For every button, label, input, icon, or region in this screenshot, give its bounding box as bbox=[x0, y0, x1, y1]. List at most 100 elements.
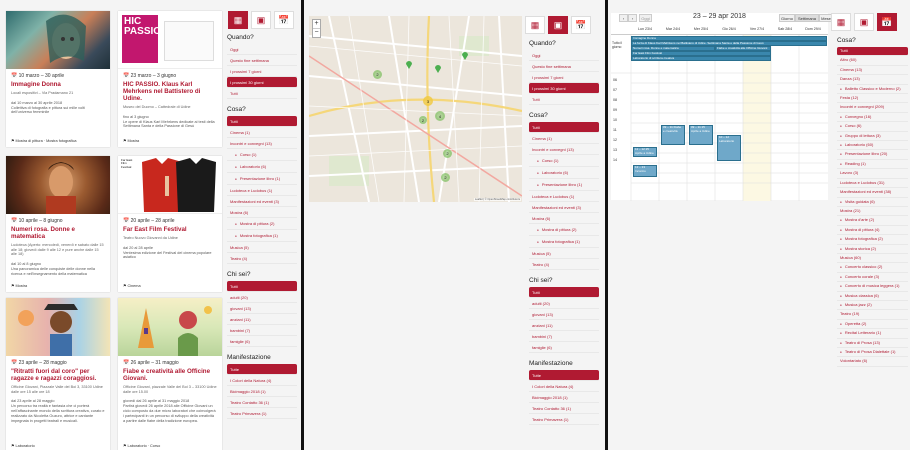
filter-option[interactable]: Lavoro (3) bbox=[837, 169, 908, 179]
timed-event[interactable]: 09 – 11 25 Aprile a Udine bbox=[689, 125, 713, 145]
timed-event[interactable]: 11 – 12 25 Aprile a Udine bbox=[633, 147, 657, 157]
zoom-out-button[interactable]: − bbox=[313, 28, 320, 37]
filter-suboption[interactable]: Mostra d'arte (2) bbox=[837, 216, 908, 226]
calendar-view-button[interactable]: 📅 bbox=[274, 11, 294, 29]
grid-view-button[interactable]: ▦ bbox=[831, 13, 851, 31]
filter-suboption[interactable]: Mostra fotografica (1) bbox=[227, 230, 297, 242]
filter-option[interactable]: Questo fine settimana bbox=[529, 61, 599, 72]
filter-option[interactable]: famiglie (6) bbox=[227, 336, 297, 347]
filter-option[interactable]: Teatro Contatto 36 (1) bbox=[227, 397, 297, 408]
grid-view-button[interactable]: ▦ bbox=[228, 11, 248, 29]
map-view-button[interactable]: ▣ bbox=[854, 13, 874, 31]
filter-option[interactable]: Danza (13) bbox=[837, 75, 908, 85]
filter-suboption[interactable]: Laboratorio (6) bbox=[529, 167, 599, 179]
filter-option[interactable]: Cinema (1) bbox=[529, 133, 599, 144]
filter-suboption[interactable]: Concerto corale (3) bbox=[837, 273, 908, 283]
map-cluster[interactable]: 3 bbox=[423, 96, 433, 106]
filter-option[interactable]: Ludoteca e Ludobus (31) bbox=[837, 179, 908, 189]
filter-suboption[interactable]: Mostra di pittura (2) bbox=[227, 218, 297, 230]
event-card[interactable]: 📅 10 marzo – 30 aprile Immagine Donna Lo… bbox=[6, 11, 110, 147]
filter-option[interactable]: Tutti bbox=[227, 88, 297, 99]
calendar-view-button[interactable]: 📅 bbox=[877, 13, 897, 31]
filter-option-selected[interactable]: I prossimi 30 giorni bbox=[529, 83, 599, 94]
filter-option[interactable]: famiglie (6) bbox=[529, 342, 599, 353]
grid-view-button[interactable]: ▦ bbox=[525, 16, 545, 34]
filter-option[interactable]: Musica (60) bbox=[837, 254, 908, 264]
filter-option[interactable]: Cinema (1) bbox=[227, 127, 297, 138]
filter-option[interactable]: Teatro (4) bbox=[529, 259, 599, 270]
filter-option[interactable]: Volontariato (6) bbox=[837, 357, 908, 367]
filter-option-selected[interactable]: Tutte bbox=[227, 364, 297, 375]
event-title[interactable]: Fiabe e creatività alle Officine Giovani… bbox=[123, 368, 217, 382]
filter-option[interactable]: I prossimi 7 giorni bbox=[529, 72, 599, 83]
filter-option-selected[interactable]: Tutti bbox=[529, 122, 599, 133]
filter-suboption[interactable]: Presentazione libro (1) bbox=[529, 179, 599, 191]
filter-option-selected[interactable]: Tutti bbox=[227, 116, 297, 127]
filter-suboption[interactable]: Teatro di Prosa Dialettale (1) bbox=[837, 348, 908, 358]
map-marker-icon[interactable] bbox=[406, 61, 412, 69]
filter-option-selected[interactable]: Tutti bbox=[227, 281, 297, 292]
filter-suboption[interactable]: Operetta (2) bbox=[837, 320, 908, 330]
filter-suboption[interactable]: Mostra fotografica (1) bbox=[529, 236, 599, 248]
filter-option[interactable]: Teatro Primavera (1) bbox=[529, 414, 599, 425]
filter-option[interactable]: Bicimaggio 2018 (1) bbox=[227, 386, 297, 397]
all-day-event[interactable]: Laboratorio di scrittura creativa bbox=[631, 56, 771, 61]
filter-option[interactable]: Altro (60) bbox=[837, 56, 908, 66]
event-card[interactable]: 📅 26 aprile – 31 maggio Fiabe e creativi… bbox=[118, 298, 222, 450]
filter-option[interactable]: Cinema (13) bbox=[837, 66, 908, 76]
map-cluster[interactable]: 2 bbox=[443, 149, 452, 158]
filter-suboption[interactable]: Laboratorio (6) bbox=[227, 161, 297, 173]
map-attribution[interactable]: Leaflet | © OpenStreetMap contributors bbox=[473, 198, 521, 201]
map-cluster[interactable]: 2 bbox=[441, 173, 450, 182]
filter-suboption[interactable]: Corso (6) bbox=[837, 122, 908, 132]
filter-suboption[interactable]: Corso (1) bbox=[529, 155, 599, 167]
filter-suboption[interactable]: Convegno (16) bbox=[837, 113, 908, 123]
filter-option[interactable]: Mostra (6) bbox=[529, 213, 599, 224]
timed-event[interactable]: 09 – 11 Fiabe e creatività bbox=[661, 125, 685, 145]
map-marker-icon[interactable] bbox=[435, 65, 441, 73]
filter-suboption[interactable]: Concerto classico (2) bbox=[837, 263, 908, 273]
filter-option[interactable]: Teatro (4) bbox=[227, 253, 297, 264]
filter-suboption[interactable]: Musica jazz (2) bbox=[837, 301, 908, 311]
zoom-in-button[interactable]: + bbox=[313, 20, 320, 28]
day-view-button[interactable]: Giorno bbox=[779, 14, 795, 22]
map-view-button[interactable]: ▣ bbox=[251, 11, 271, 29]
filter-option-selected[interactable]: Tutti bbox=[837, 47, 908, 57]
filter-option[interactable]: Oggi bbox=[227, 44, 297, 55]
filter-option[interactable]: Questo fine settimana bbox=[227, 55, 297, 66]
event-title[interactable]: "Ritratti fuori dal coro" per ragazze e … bbox=[11, 368, 105, 382]
event-card[interactable]: 📅 23 aprile – 28 maggio "Ritratti fuori … bbox=[6, 298, 110, 450]
event-card[interactable]: Far East Film Festival 📅 20 aprile – 28 … bbox=[118, 156, 222, 292]
filter-option[interactable]: anziani (11) bbox=[227, 314, 297, 325]
filter-option[interactable]: Ludoteca e Ludobus (1) bbox=[227, 185, 297, 196]
filter-option-selected[interactable]: Tutti bbox=[529, 287, 599, 298]
filter-option[interactable]: Teatro Contatto 36 (1) bbox=[529, 403, 599, 414]
filter-option[interactable]: bambini (7) bbox=[227, 325, 297, 336]
event-card[interactable]: 📅 10 aprile – 8 giugno Numeri rosa. Donn… bbox=[6, 156, 110, 292]
map-marker-icon[interactable] bbox=[462, 52, 468, 60]
filter-option[interactable]: I prossimi 7 giorni bbox=[227, 66, 297, 77]
event-title[interactable]: HIC PASSIO. Klaus Karl Mehrkens nel Batt… bbox=[123, 81, 217, 102]
filter-suboption[interactable]: Reading (1) bbox=[837, 160, 908, 170]
map-cluster[interactable]: 4 bbox=[435, 111, 445, 121]
calendar-view-button[interactable]: 📅 bbox=[571, 16, 591, 34]
filter-option[interactable]: Musica (5) bbox=[227, 242, 297, 253]
filter-option[interactable]: Incontri e convegni (209) bbox=[837, 103, 908, 113]
filter-option[interactable]: I Colori della Natura (4) bbox=[529, 381, 599, 392]
filter-suboption[interactable]: Mostra di pittura (4) bbox=[837, 226, 908, 236]
filter-suboption[interactable]: Laboratorio (60) bbox=[837, 141, 908, 151]
map-cluster[interactable]: 2 bbox=[373, 70, 382, 79]
filter-option-selected[interactable]: I prossimi 30 giorni bbox=[227, 77, 297, 88]
week-view-button[interactable]: Settimana bbox=[795, 14, 819, 22]
filter-option[interactable]: Musica (5) bbox=[529, 248, 599, 259]
filter-option[interactable]: Ludoteca e Ludobus (1) bbox=[529, 191, 599, 202]
filter-option[interactable]: Oggi bbox=[529, 50, 599, 61]
filter-option[interactable]: Mostra (6) bbox=[227, 207, 297, 218]
filter-option[interactable]: bambini (7) bbox=[529, 331, 599, 342]
prev-week-button[interactable]: ‹ bbox=[619, 14, 628, 22]
filter-option[interactable]: giovani (13) bbox=[227, 303, 297, 314]
today-button[interactable]: Oggi bbox=[639, 14, 652, 22]
filter-suboption[interactable]: Gruppo di lettura (3) bbox=[837, 132, 908, 142]
filter-option[interactable]: Mostra (21) bbox=[837, 207, 908, 217]
filter-option[interactable]: Teatro Primavera (1) bbox=[227, 408, 297, 419]
